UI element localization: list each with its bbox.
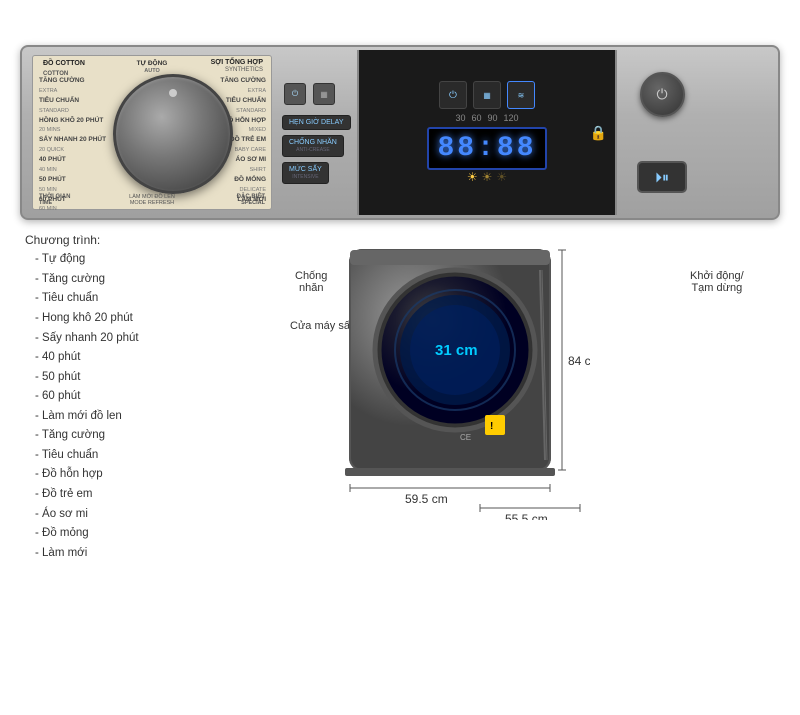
icon-btn-power[interactable]: ⏻ — [284, 83, 306, 105]
chong-nhan-btn-group: CHỐNG NHĂNANTI-CREASE — [282, 135, 344, 157]
muc-say-button[interactable]: MỨC SẤYINTENSIVE — [282, 162, 329, 184]
start-pause-button[interactable]: ⏵⏸ — [637, 161, 687, 193]
timer-120: 120 — [504, 113, 519, 123]
dial-bottom-center: LÀM MỚI ĐỒ LENMODE REFRESH — [129, 194, 175, 206]
svg-text:84 cm: 84 cm — [568, 354, 590, 368]
chong-nhan-button[interactable]: CHỐNG NHĂNANTI-CREASE — [282, 135, 344, 157]
dial-bg: ĐỒ COTTON COTTON SỢI TỔNG HỢPSYNTHETICS … — [32, 55, 272, 210]
timer-30: 30 — [455, 113, 465, 123]
power-button[interactable]: ⏻ — [640, 72, 685, 117]
machine-svg: 31 cm 84 cm 59.5 cm 55.5 cm ! — [320, 240, 590, 520]
display-top-row: ⏻ ▦ ≋ — [439, 81, 535, 109]
hen-gio-button[interactable]: HẸN GIỜ DELAY — [282, 115, 351, 130]
display-bottom-row: ☀ ☀ ☀ — [467, 170, 507, 184]
sun-icon-3: ☀ — [496, 170, 507, 184]
power-section: ⏻ ⏵⏸ — [617, 50, 707, 215]
muc-say-btn-group: MỨC SẤYINTENSIVE — [282, 162, 329, 184]
dial-bottom-left: THỜI GIANTIME — [39, 194, 70, 206]
timer-60: 60 — [471, 113, 481, 123]
icon-btn-display[interactable]: ▦ — [313, 83, 335, 105]
timer-values-row: 30 60 90 120 — [455, 113, 518, 123]
svg-text:!: ! — [490, 421, 493, 432]
timer-90: 90 — [487, 113, 497, 123]
svg-text:55.5 cm: 55.5 cm — [505, 512, 548, 520]
dial-center-label: TỰ ĐỘNGAUTO — [137, 60, 168, 74]
dial-section: ĐỒ COTTON COTTON SỢI TỔNG HỢPSYNTHETICS … — [27, 50, 277, 215]
display-icon-1[interactable]: ⏻ — [439, 81, 467, 109]
display-icon-3[interactable]: ≋ — [507, 81, 535, 109]
digital-display: 88:88 — [427, 127, 546, 170]
lock-icon: 🔒 — [590, 124, 607, 141]
svg-text:59.5 cm: 59.5 cm — [405, 492, 448, 506]
display-icon-2[interactable]: ▦ — [473, 81, 501, 109]
control-panel: ĐỒ COTTON COTTON SỢI TỔNG HỢPSYNTHETICS … — [20, 45, 780, 220]
svg-text:CE: CE — [460, 433, 471, 442]
hen-gio-btn-group: HẸN GIỜ DELAY — [282, 115, 351, 130]
center-buttons: ⏻ ▦ HẸN GIỜ DELAY CHỐNG NHĂNANTI-CREASE … — [277, 50, 357, 215]
sun-icon-1: ☀ — [467, 170, 478, 184]
sun-icon-2: ☀ — [482, 170, 493, 184]
svg-text:31 cm: 31 cm — [435, 342, 478, 359]
bottom-section: Chương trình: - Tự động - Tăng cường - T… — [20, 230, 780, 563]
machine-image-section: Cửa máy sấy — [290, 230, 780, 530]
desc-subtitle-cotton: - Tự động - Tăng cường - Tiêu chuẩn - Ho… — [35, 250, 290, 563]
dial-bottom-right: ĐẶC BIỆTSPECIAL — [237, 194, 265, 206]
dial-knob[interactable] — [113, 74, 233, 194]
desc-title: Chương trình: — [25, 230, 290, 250]
display-section: ⏻ ▦ ≋ 30 60 90 120 88:88 🔒 ☀ ☀ ☀ — [357, 50, 617, 215]
description-section: Chương trình: - Tự động - Tăng cường - T… — [20, 230, 290, 563]
dial-right-header: SỢI TỔNG HỢPSYNTHETICS — [211, 59, 263, 73]
